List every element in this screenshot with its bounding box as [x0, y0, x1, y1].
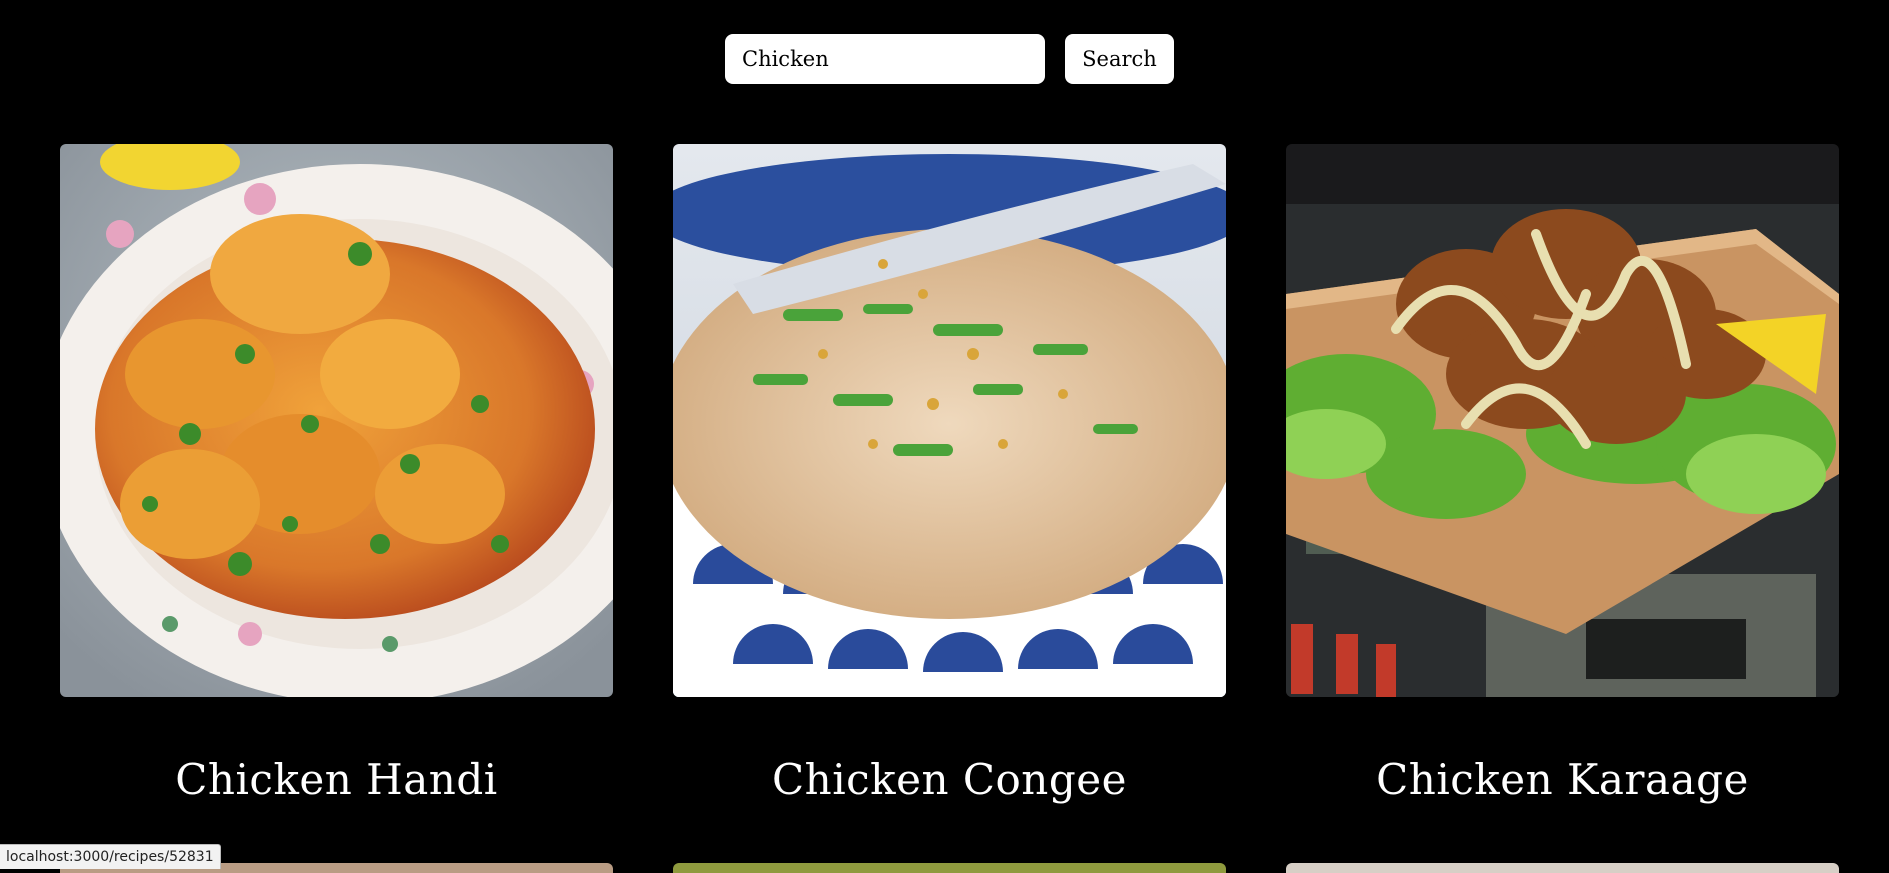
recipe-image[interactable]: [1286, 863, 1839, 873]
status-bar-url: localhost:3000/recipes/52831: [0, 844, 221, 869]
recipe-card[interactable]: Chicken Handi: [60, 144, 613, 804]
search-input[interactable]: [725, 34, 1045, 84]
recipe-image[interactable]: [673, 144, 1226, 697]
recipe-image[interactable]: [1286, 144, 1839, 697]
recipe-card[interactable]: Chicken Karaage: [1286, 144, 1839, 804]
recipe-title[interactable]: Chicken Congee: [673, 755, 1226, 804]
search-button[interactable]: Search: [1065, 34, 1174, 84]
recipe-image[interactable]: [60, 144, 613, 697]
recipe-title[interactable]: Chicken Handi: [60, 755, 613, 804]
recipe-title[interactable]: Chicken Karaage: [1286, 755, 1839, 804]
recipe-image[interactable]: [673, 863, 1226, 873]
recipe-card[interactable]: Chicken Congee: [673, 144, 1226, 804]
